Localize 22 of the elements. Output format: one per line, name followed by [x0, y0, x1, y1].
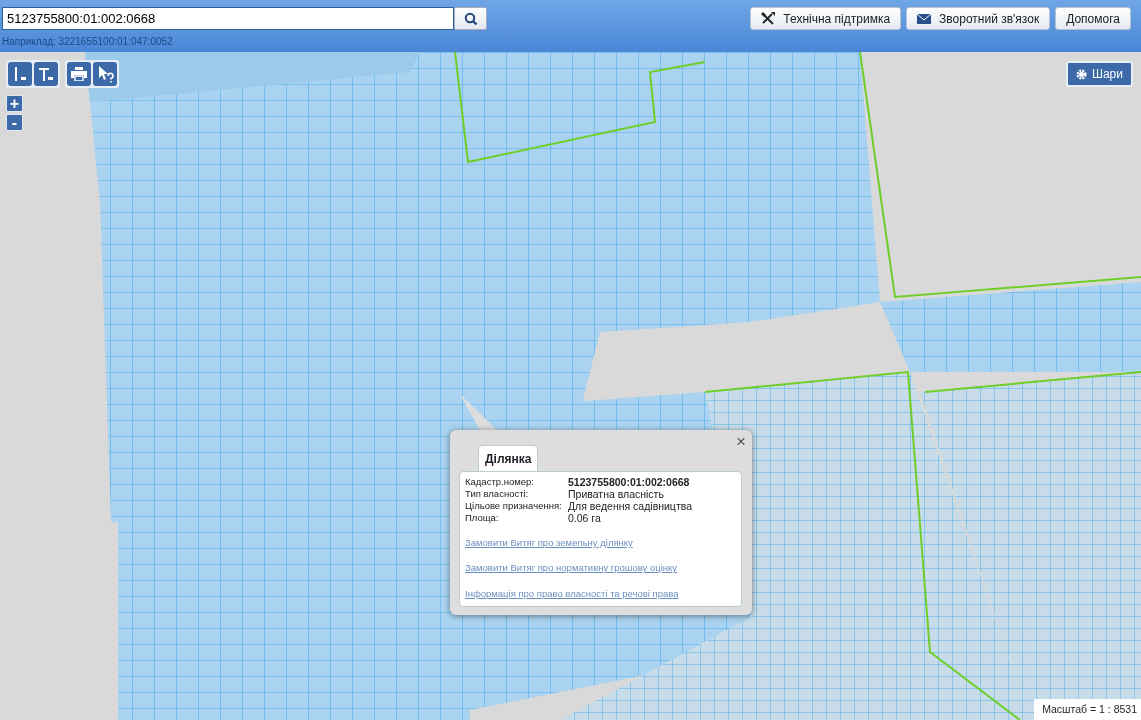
field-label: Кадастр.номер: — [465, 476, 535, 488]
scale-label: Масштаб = 1 : 8531 — [1034, 699, 1141, 720]
link[interactable]: Замовити Витяг про земельну ділянку — [465, 536, 736, 551]
zoom-in-button[interactable]: + — [6, 95, 23, 112]
parcel-tab[interactable]: Ділянка — [478, 445, 539, 471]
close-button[interactable]: × — [736, 432, 746, 452]
field-value: 5123755800:01:002:0668 — [568, 476, 690, 488]
example-hint: Наприклад: 3221655100:01:047:0052 — [2, 35, 174, 49]
search-field[interactable]: 5123755800:01:002:0668 — [2, 7, 454, 30]
header-button[interactable]: Технічна підтримка — [750, 7, 902, 30]
layers-button[interactable]: Шари — [1065, 61, 1133, 87]
zoom-out-button[interactable]: - — [6, 114, 23, 131]
header-button[interactable]: Допомога — [1055, 7, 1131, 30]
field-value: Для ведення садівництва — [568, 500, 692, 512]
field-value: 0.06 га — [568, 512, 601, 524]
link[interactable]: Інформація про право власності та речові права — [465, 586, 736, 601]
header-button[interactable]: Зворотний зв'язок — [906, 7, 1051, 30]
field-value: Приватна власність — [568, 488, 664, 500]
field-label: Тип власності: — [465, 488, 530, 500]
field-label: Площа: — [465, 512, 500, 524]
field-label: Цільове призначення: — [465, 500, 563, 512]
link[interactable]: Замовити Витяг про нормативну грошову оцінку — [465, 561, 736, 576]
